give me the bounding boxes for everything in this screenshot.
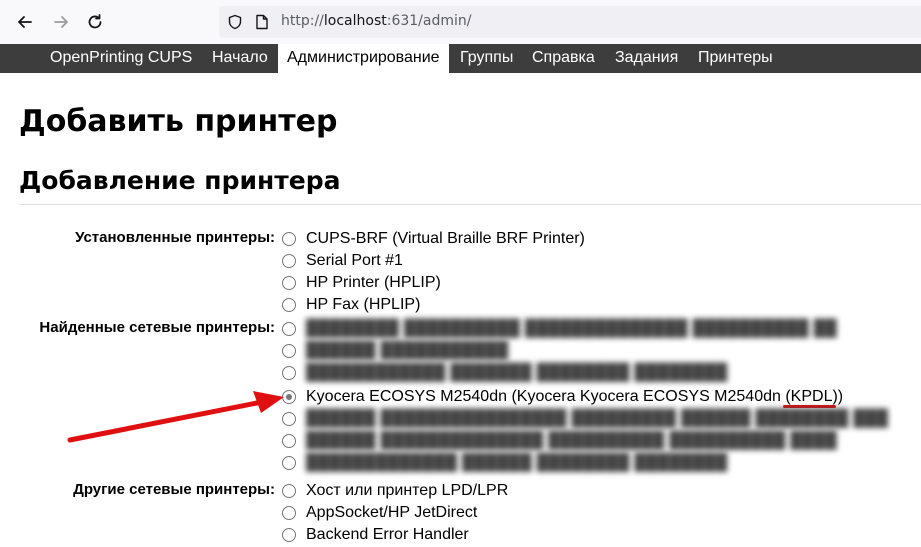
option-label: Backend Error Handler [306, 526, 469, 543]
blurred-printer-name: ██████ ██████████████ ██████████ ███████… [306, 432, 837, 449]
installed-option-cups-brf[interactable]: CUPS-BRF (Virtual Braille BRF Printer) [282, 229, 585, 249]
radio-button[interactable] [282, 456, 296, 470]
page-icon[interactable] [255, 14, 269, 30]
url-host: localhost [323, 13, 387, 29]
option-label: Kyocera ECOSYS M2540dn (Kyocera Kyocera … [306, 388, 844, 408]
installed-printers-label: Установленные принтеры: [75, 229, 275, 246]
discovered-printers-label: Найденные сетевые принтеры: [39, 319, 275, 336]
address-bar[interactable]: http://localhost:631/admin/ [219, 6, 921, 38]
option-label: AppSocket/HP JetDirect [306, 504, 478, 521]
arrow-shaft [67, 399, 265, 443]
blurred-printer-name: ██████ ███████████ [306, 342, 509, 359]
discovered-option-1[interactable]: ████████ ██████████ ██████████████ █████… [282, 319, 837, 339]
blurred-printer-name: ████████████ ███████ ████████ ████████ [306, 364, 728, 381]
kpdl-text: (KPDL) [785, 388, 838, 405]
discovered-option-3[interactable]: ████████████ ███████ ████████ ████████ [282, 363, 728, 383]
radio-button-selected[interactable] [282, 390, 296, 404]
nav-item-help[interactable]: Справка [532, 44, 595, 73]
other-printers-label: Другие сетевые принтеры: [73, 481, 275, 498]
section-title: Добавление принтера [19, 166, 341, 195]
discovered-option-5[interactable]: ██████ ████████████████ █████████ ██████… [282, 409, 888, 429]
radio-button[interactable] [282, 254, 296, 268]
radio-button[interactable] [282, 232, 296, 246]
url-text: http://localhost:631/admin/ [281, 13, 471, 29]
shield-icon[interactable] [227, 14, 243, 30]
radio-button[interactable] [282, 506, 296, 520]
radio-button[interactable] [282, 344, 296, 358]
discovered-option-6[interactable]: ██████ ██████████████ ██████████ ███████… [282, 431, 837, 451]
radio-button[interactable] [282, 434, 296, 448]
other-option-appsocket[interactable]: AppSocket/HP JetDirect [282, 503, 477, 523]
browser-toolbar: http://localhost:631/admin/ [0, 0, 921, 44]
blurred-printer-name: ██████ ████████████████ █████████ ██████… [306, 410, 889, 427]
radio-button[interactable] [282, 276, 296, 290]
reload-button[interactable] [81, 8, 109, 36]
nav-item-openprinting-cups[interactable]: OpenPrinting CUPS [50, 44, 192, 73]
nav-item-groups[interactable]: Группы [460, 44, 513, 73]
radio-button[interactable] [282, 412, 296, 426]
discovered-option-kyocera[interactable]: Kyocera ECOSYS M2540dn (Kyocera Kyocera … [282, 387, 844, 408]
url-path: :631/admin/ [386, 13, 472, 29]
option-label: Serial Port #1 [306, 252, 403, 269]
radio-button[interactable] [282, 484, 296, 498]
nav-item-jobs[interactable]: Задания [615, 44, 678, 73]
url-scheme: http:// [281, 13, 324, 29]
section-divider [19, 204, 921, 205]
radio-button[interactable] [282, 322, 296, 336]
nav-item-printers[interactable]: Принтеры [698, 44, 773, 73]
nav-item-administration[interactable]: Администрирование [278, 44, 449, 73]
reload-icon [88, 14, 102, 29]
radio-button[interactable] [282, 366, 296, 380]
option-label: HP Fax (HPLIP) [306, 296, 421, 313]
printer-name-text: Kyocera ECOSYS M2540dn (Kyocera Kyocera … [306, 388, 786, 405]
nav-item-home[interactable]: Начало [212, 44, 268, 73]
arrow-left-icon [18, 16, 32, 28]
other-option-lpd[interactable]: Хост или принтер LPD/LPR [282, 481, 508, 501]
kpdl-highlight: (KPDL) [783, 388, 838, 408]
option-label: HP Printer (HPLIP) [306, 274, 441, 291]
installed-option-serial-port[interactable]: Serial Port #1 [282, 251, 403, 271]
installed-option-hp-fax[interactable]: HP Fax (HPLIP) [282, 295, 420, 315]
option-label: CUPS-BRF (Virtual Braille BRF Printer) [306, 230, 585, 247]
page-title: Добавить принтер [19, 104, 338, 139]
radio-button[interactable] [282, 298, 296, 312]
closing-paren: ) [837, 388, 844, 405]
discovered-option-7[interactable]: █████████████ ██████ ████████ ████████ [282, 453, 728, 473]
forward-button[interactable] [47, 8, 75, 36]
back-button[interactable] [11, 8, 39, 36]
cups-nav-bar: OpenPrinting CUPS Начало Администрирован… [0, 44, 921, 73]
option-label: Хост или принтер LPD/LPR [306, 482, 509, 499]
blurred-printer-name: █████████████ ██████ ████████ ████████ [306, 454, 728, 471]
blurred-printer-name: ████████ ██████████ ██████████████ █████… [306, 320, 837, 337]
discovered-option-2[interactable]: ██████ ███████████ [282, 341, 509, 361]
other-option-backend-error[interactable]: Backend Error Handler [282, 525, 469, 545]
arrow-head [253, 391, 284, 413]
red-underline [783, 405, 836, 408]
installed-option-hp-printer[interactable]: HP Printer (HPLIP) [282, 273, 441, 293]
arrow-right-icon [54, 16, 68, 28]
radio-button[interactable] [282, 528, 296, 542]
